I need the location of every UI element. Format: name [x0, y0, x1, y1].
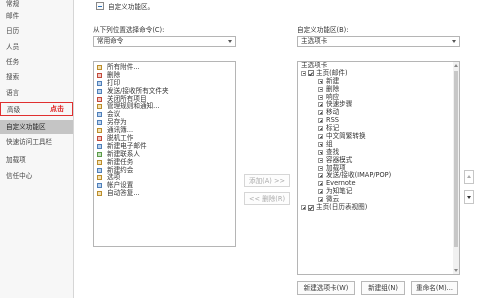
expand-icon[interactable]: [318, 102, 323, 108]
print-icon: [97, 80, 102, 86]
tree-group-item[interactable]: 删除: [298, 85, 459, 94]
sidebar-item-trust-center[interactable]: 信任中心: [0, 169, 73, 183]
choose-commands-value: 常用命令: [97, 37, 124, 45]
expand-icon[interactable]: [318, 181, 323, 187]
customize-ribbon-icon: [96, 2, 104, 10]
ribbon-tabs-dropdown[interactable]: 主选项卡: [297, 36, 460, 47]
sidebar-item-customize-ribbon[interactable]: 自定义功能区: [0, 120, 73, 134]
send-receive-icon: [97, 88, 102, 94]
sidebar-item-people[interactable]: 人员: [0, 40, 73, 54]
chevron-down-icon: [452, 40, 456, 43]
page-header: 自定义功能区。: [96, 1, 154, 11]
sidebar-item-add-ins[interactable]: 加载项: [0, 153, 73, 167]
expand-icon[interactable]: [301, 205, 306, 211]
rename-button[interactable]: 重命名(M)...: [411, 281, 458, 295]
ribbon-tree[interactable]: 主选项卡 主页(邮件) 新建 删除 响应 快速步骤 移动 RSS 标记 中文简繁转换组查找 容器…: [297, 61, 460, 275]
move-up-button[interactable]: [464, 170, 474, 184]
meeting-icon: [97, 112, 102, 118]
offline-icon: [97, 136, 102, 142]
arrow-down-icon: [467, 196, 471, 199]
tree-group-item[interactable]: 快速步骤: [298, 101, 459, 109]
options-sidebar: 常规 邮件 日历 人员 任务 搜索 语言 高级 点击 自定义功能区 快速访问工具…: [0, 0, 74, 298]
scroll-up-icon[interactable]: [454, 64, 458, 67]
tree-group-item[interactable]: 新建: [298, 77, 459, 86]
commands-list[interactable]: 所有附件... 删除 打印 发送/接收所有文件夹 关闭所有项目 管理规则和通知... 会议另…: [93, 61, 236, 247]
expand-icon[interactable]: [318, 86, 323, 92]
click-annotation: 点击: [50, 105, 64, 113]
arrow-up-icon: [467, 175, 471, 178]
expand-icon[interactable]: [318, 78, 323, 84]
sidebar-item-search[interactable]: 搜索: [0, 70, 73, 84]
tree-tab-home-calendar[interactable]: 主页(日历表视图): [298, 203, 459, 212]
add-button[interactable]: 添加(A) >>: [244, 174, 290, 187]
tree-group-item[interactable]: Evernote: [298, 179, 459, 188]
sidebar-item-mail[interactable]: 邮件: [0, 9, 73, 23]
remove-button[interactable]: << 删除(R): [244, 192, 290, 205]
tree-group-item[interactable]: 响应: [298, 93, 459, 102]
new-group-button[interactable]: 新建组(N): [361, 281, 405, 295]
expand-icon[interactable]: [318, 110, 323, 116]
checkbox-checked-icon[interactable]: [308, 204, 314, 211]
expand-icon[interactable]: [318, 173, 323, 179]
move-down-button[interactable]: [464, 190, 474, 204]
new-task-icon: [97, 159, 102, 165]
auto-reply-icon: [97, 191, 102, 197]
expand-icon[interactable]: [318, 94, 323, 100]
tree-group-item[interactable]: 查找: [298, 148, 459, 157]
tree-group-item[interactable]: RSS: [298, 116, 459, 125]
tree-group-item[interactable]: 中文简繁转换: [298, 132, 459, 141]
expand-icon[interactable]: [318, 134, 323, 140]
tree-group-item[interactable]: 组: [298, 140, 459, 149]
tree-group-item[interactable]: 标记: [298, 124, 459, 133]
expand-icon[interactable]: [318, 189, 323, 195]
expand-icon[interactable]: [318, 165, 323, 171]
checkbox-checked-icon[interactable]: [308, 70, 314, 77]
tree-group-item[interactable]: 发送/接收(IMAP/POP): [298, 172, 459, 180]
ribbon-tabs-value: 主选项卡: [301, 37, 328, 45]
account-settings-icon: [97, 183, 102, 189]
sidebar-item-tasks[interactable]: 任务: [0, 55, 73, 69]
options-icon: [97, 175, 102, 181]
chevron-down-icon: [228, 40, 232, 43]
save-as-icon: [97, 120, 102, 126]
expand-icon[interactable]: [318, 197, 323, 203]
sidebar-item-language[interactable]: 语言: [0, 86, 73, 100]
sidebar-item-calendar[interactable]: 日历: [0, 24, 73, 38]
choose-commands-label: 从下列位置选择命令(C):: [93, 26, 165, 34]
scroll-down-icon[interactable]: [454, 269, 458, 272]
tree-group-item[interactable]: 容器模式: [298, 156, 459, 165]
sidebar-item-quick-access-toolbar[interactable]: 快速访问工具栏: [0, 135, 73, 149]
tree-scrollbar[interactable]: [453, 62, 459, 274]
tree-group-item[interactable]: 为知笔记: [298, 187, 459, 196]
tree-group-item[interactable]: 移动: [298, 108, 459, 117]
new-appointment-icon: [97, 167, 102, 173]
expand-icon[interactable]: [318, 149, 323, 155]
customize-ribbon-label: 自定义功能区(B):: [297, 26, 349, 34]
expand-icon[interactable]: [318, 141, 323, 147]
new-email-icon: [97, 143, 102, 149]
new-contact-icon: [97, 151, 102, 157]
attachment-icon: [97, 65, 102, 70]
close-items-icon: [97, 96, 102, 102]
choose-commands-dropdown[interactable]: 常用命令: [93, 36, 236, 47]
tree-tab-home-mail[interactable]: 主页(邮件): [298, 69, 459, 78]
address-book-icon: [97, 128, 102, 134]
delete-icon: [97, 72, 102, 78]
expand-icon[interactable]: [318, 118, 323, 124]
rules-icon: [97, 104, 102, 110]
new-tab-button[interactable]: 新建选项卡(W): [297, 281, 355, 295]
scrollbar-thumb[interactable]: [454, 71, 458, 247]
expand-icon[interactable]: [318, 126, 323, 132]
expand-icon[interactable]: [318, 157, 323, 163]
command-item[interactable]: 自动答复...: [94, 189, 235, 198]
collapse-icon[interactable]: [301, 70, 306, 76]
page-title: 自定义功能区。: [108, 3, 155, 11]
command-label: 自动答复...: [107, 189, 140, 198]
